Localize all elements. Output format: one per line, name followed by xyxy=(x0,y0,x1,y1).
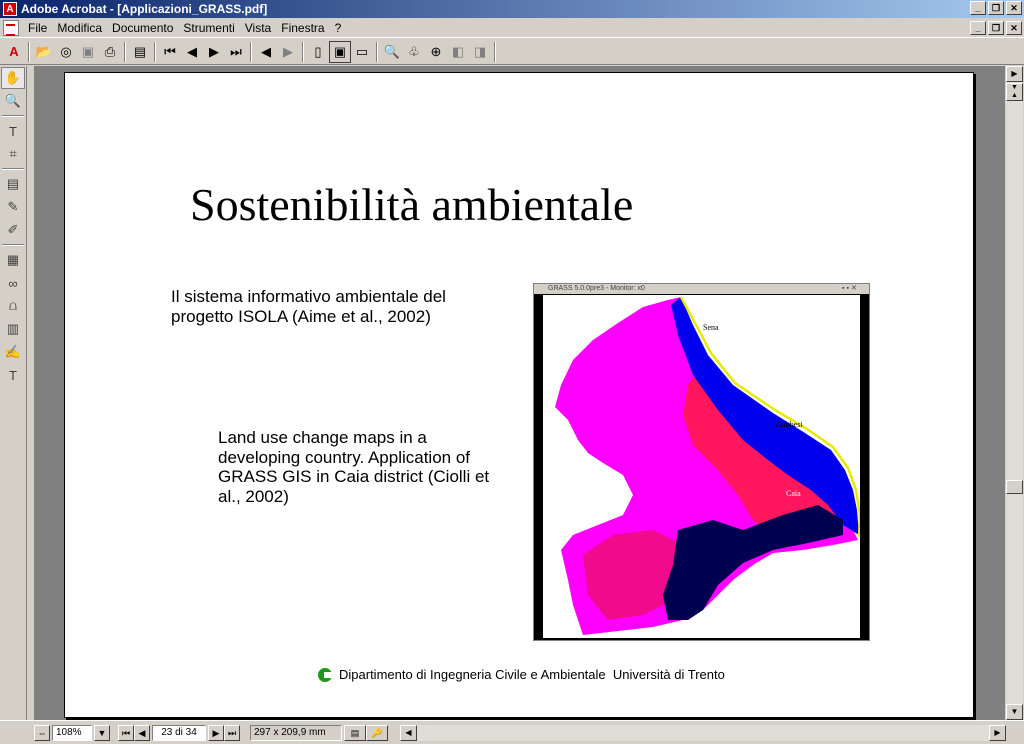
search-icon[interactable]: ♧ xyxy=(403,41,425,63)
tools-palette: ✋ 🔍 T ⌗ ▤ ✎ ✐ ▦ ∞ ⩍ ▥ ✍ T xyxy=(0,66,27,720)
vertical-scroll-thumb[interactable] xyxy=(1006,480,1023,494)
page-size-field: 297 x 209,9 mm xyxy=(250,724,342,741)
menu-modifica[interactable]: Modifica xyxy=(52,21,107,35)
footer: Dipartimento di Ingegneria Civile e Ambi… xyxy=(318,667,725,682)
vertical-scrollbar[interactable]: ▶ ▼ ▲ ▼ xyxy=(1006,66,1023,720)
menu-finestra[interactable]: Finestra xyxy=(276,21,329,35)
print-icon[interactable]: ⎙ xyxy=(99,41,121,63)
grass-monitor-titlebar: GRASS 5.0.0pre3 - Monitor: x0 ▪▪✕ xyxy=(534,284,869,294)
university-logo-icon xyxy=(318,667,332,682)
pdf-page: Sostenibilità ambientale Il sistema info… xyxy=(64,72,974,718)
fit-width-icon[interactable]: ▭ xyxy=(351,41,373,63)
scroll-up-icon[interactable]: ▶ xyxy=(1006,66,1023,82)
status-next-page-icon[interactable]: ▶ xyxy=(208,724,224,741)
go-forward-icon[interactable]: ▶ xyxy=(277,41,299,63)
status-prev-page-icon[interactable]: ◀ xyxy=(134,724,150,741)
actual-size-icon[interactable]: ▯ xyxy=(307,41,329,63)
rotate-left-icon[interactable]: ◧ xyxy=(447,41,469,63)
restore-button[interactable]: ❐ xyxy=(988,1,1004,15)
open-icon[interactable]: 📂 xyxy=(33,41,55,63)
security-key-icon[interactable]: 🔑 xyxy=(366,724,388,741)
menu-file[interactable]: File xyxy=(23,21,52,35)
acrobat-app-icon: A xyxy=(3,2,17,16)
scroll-right-icon[interactable]: ▶ xyxy=(989,725,1006,741)
minimize-button[interactable]: _ xyxy=(970,1,986,15)
scroll-left-icon[interactable]: ◀ xyxy=(400,725,417,741)
movie-tool-icon[interactable]: ▦ xyxy=(1,249,25,271)
save-icon[interactable]: ▣ xyxy=(77,41,99,63)
open-web-icon[interactable]: ◎ xyxy=(55,41,77,63)
paragraph-isola: Il sistema informativo ambientale del pr… xyxy=(171,287,446,326)
land-use-map: Sena Zambesi Caia xyxy=(543,295,862,638)
window-title: Adobe Acrobat - [Applicazioni_GRASS.pdf] xyxy=(21,2,268,16)
page-number-field[interactable]: 23 di 34 xyxy=(152,724,206,741)
doc-close-button[interactable]: ✕ xyxy=(1006,21,1022,35)
web-search-icon[interactable]: ⊕ xyxy=(425,41,447,63)
status-first-page-icon[interactable]: ⏮ xyxy=(118,724,134,741)
status-last-page-icon[interactable]: ⏭ xyxy=(224,724,240,741)
menu-strumenti[interactable]: Strumenti xyxy=(178,21,239,35)
zoom-dropdown-icon[interactable]: ▼ xyxy=(94,724,110,741)
form-tool-icon[interactable]: ▥ xyxy=(1,318,25,340)
menu-bar: File Modifica Documento Strumenti Vista … xyxy=(0,18,1024,38)
zoom-tool-icon[interactable]: 🔍 xyxy=(1,90,25,112)
text-select-icon[interactable]: T xyxy=(1,120,25,142)
status-bar: ⇔ 108% ▼ ⏮ ◀ 23 di 34 ▶ ⏭ 297 x 209,9 mm… xyxy=(0,720,1024,744)
note-tool-icon[interactable]: ▤ xyxy=(1,173,25,195)
previous-page-icon[interactable]: ◀ xyxy=(181,41,203,63)
next-page-icon[interactable]: ▶ xyxy=(203,41,225,63)
close-button[interactable]: ✕ xyxy=(1006,1,1022,15)
find-icon[interactable]: 🔍 xyxy=(381,41,403,63)
slide-title: Sostenibilità ambientale xyxy=(190,179,634,230)
label-zambesi: Zambesi xyxy=(775,420,803,429)
pane-toggle-icon[interactable]: ⇔ xyxy=(34,724,50,741)
first-page-icon[interactable]: ⏮ xyxy=(159,41,181,63)
label-sena: Sena xyxy=(703,323,719,332)
touchup-object-icon[interactable]: ✍ xyxy=(1,341,25,363)
grass-monitor-controls-icon: ▪▪✕ xyxy=(842,285,859,292)
window-title-bar: A Adobe Acrobat - [Applicazioni_GRASS.pd… xyxy=(0,0,1024,18)
label-caia: Caia xyxy=(786,489,801,498)
horizontal-scrollbar[interactable]: ◀ ▶ xyxy=(400,725,1006,741)
menu-vista[interactable]: Vista xyxy=(240,21,276,35)
hand-tool-icon[interactable]: ✋ xyxy=(1,67,25,89)
last-page-icon[interactable]: ⏭ xyxy=(225,41,247,63)
rotate-right-icon[interactable]: ◨ xyxy=(469,41,491,63)
highlight-tool-icon[interactable]: ✐ xyxy=(1,219,25,241)
touchup-text-icon[interactable]: T xyxy=(1,364,25,386)
paragraph-land-use: Land use change maps in a developing cou… xyxy=(218,428,490,506)
footer-text: Dipartimento di Ingegneria Civile e Ambi… xyxy=(339,667,725,682)
show-navigation-icon[interactable]: ▤ xyxy=(129,41,151,63)
main-toolbar: A 📂 ◎ ▣ ⎙ ▤ ⏮ ◀ ▶ ⏭ ◀ ▶ ▯ ▣ ▭ 🔍 ♧ ⊕ ◧ ◨ xyxy=(0,39,1024,65)
doc-minimize-button[interactable]: _ xyxy=(970,21,986,35)
fit-page-icon[interactable]: ▣ xyxy=(329,40,351,63)
crop-tool-icon[interactable]: ⌗ xyxy=(1,143,25,165)
zoom-field[interactable]: 108% xyxy=(52,724,92,741)
acrobat-logo-icon[interactable]: A xyxy=(3,41,25,63)
go-back-icon[interactable]: ◀ xyxy=(255,41,277,63)
split-view-icon[interactable]: ▼ ▲ xyxy=(1006,83,1023,101)
pencil-tool-icon[interactable]: ✎ xyxy=(1,196,25,218)
page-layout-icon[interactable]: ▤ xyxy=(344,724,366,741)
menu-documento[interactable]: Documento xyxy=(107,21,178,35)
doc-restore-button[interactable]: ❐ xyxy=(988,21,1004,35)
link-tool-icon[interactable]: ∞ xyxy=(1,272,25,294)
scroll-down-icon[interactable]: ▼ xyxy=(1006,704,1023,720)
document-viewport[interactable]: Sostenibilità ambientale Il sistema info… xyxy=(34,66,1005,720)
article-tool-icon[interactable]: ⩍ xyxy=(1,295,25,317)
menu-help[interactable]: ? xyxy=(330,21,347,35)
document-menu-icon[interactable] xyxy=(3,19,19,36)
grass-monitor-image: GRASS 5.0.0pre3 - Monitor: x0 ▪▪✕ Sena Z… xyxy=(533,283,870,641)
